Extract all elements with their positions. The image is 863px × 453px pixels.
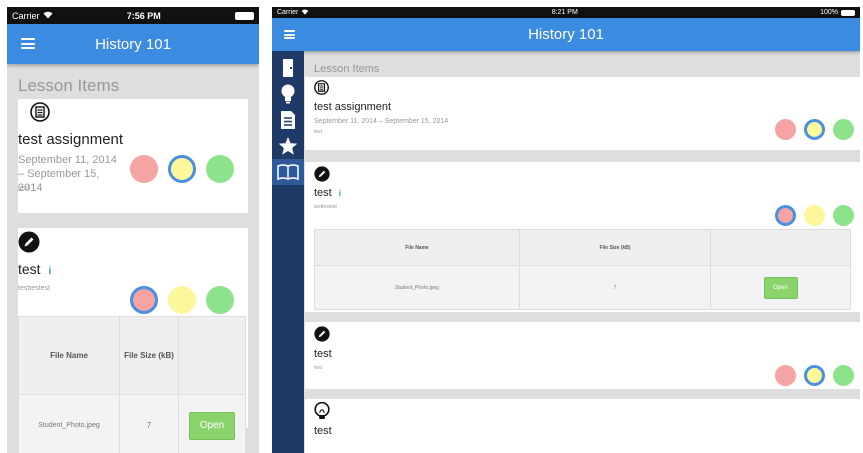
status-yellow-button[interactable]: [804, 119, 825, 140]
item-title: test: [314, 348, 332, 360]
phone-screen: Carrier 7:56 PM History 101 Lesson Items…: [7, 7, 259, 453]
lightbulb-icon[interactable]: [272, 81, 304, 107]
item-title: test assignment: [18, 131, 124, 148]
content: Lesson Items test assignment September 1…: [7, 64, 259, 453]
info-icon[interactable]: i: [339, 189, 341, 198]
item-title: test: [314, 187, 332, 199]
menu-icon[interactable]: [21, 38, 35, 49]
file-name-cell: Student_Photo.jpeg: [18, 394, 120, 453]
sidebar: [272, 51, 304, 453]
wifi-icon: [43, 11, 53, 21]
item-dates: September 11, 2014 – September 15, 2014: [314, 118, 449, 125]
section-title: Lesson Items: [18, 76, 120, 95]
table-row: Student_Photo.jpeg 7 Open: [314, 265, 851, 310]
status-time: 7:56 PM: [126, 10, 161, 21]
nav-bar: History 101: [272, 18, 860, 51]
lesson-item[interactable]: test test: [305, 322, 860, 389]
open-button[interactable]: Open: [763, 277, 798, 299]
item-title-row: test i: [314, 187, 341, 199]
battery-percent: 100%: [820, 9, 838, 16]
column-header-file-name: File Name: [314, 229, 520, 266]
open-button[interactable]: Open: [189, 411, 235, 440]
item-desc: test: [314, 365, 323, 371]
document-icon[interactable]: [272, 107, 304, 133]
status-yellow-button[interactable]: [804, 205, 825, 226]
status-red-button[interactable]: [775, 119, 796, 140]
column-header-action: [178, 316, 246, 395]
file-size-cell: 7: [119, 394, 179, 453]
status-bar: Carrier 8:21 PM 100%: [272, 7, 860, 18]
lesson-item[interactable]: test: [305, 399, 860, 453]
table-row: Student_Photo.jpeg 7 Open: [18, 394, 246, 453]
column-header-file-size: File Size (kB): [519, 229, 711, 266]
item-title-row: test i: [18, 261, 51, 277]
item-title: test: [18, 261, 41, 277]
status-bar: Carrier 7:56 PM: [7, 7, 259, 24]
carrier-label: Carrier: [277, 9, 299, 16]
tablet-screen: Carrier 8:21 PM 100% History 101 Lesson …: [272, 7, 860, 453]
item-desc: testtestest: [314, 204, 337, 210]
item-desc: test: [314, 129, 323, 135]
status-yellow-button[interactable]: [804, 365, 825, 386]
door-icon[interactable]: [272, 55, 304, 81]
file-table: File Name File Size (kB) Student_Photo.j…: [314, 229, 851, 310]
item-desc: test: [18, 185, 30, 192]
status-yellow-button[interactable]: [168, 155, 196, 183]
status-green-button[interactable]: [206, 155, 234, 183]
page-title: History 101: [528, 26, 604, 43]
item-title: test: [314, 425, 332, 437]
star-icon[interactable]: [272, 133, 304, 159]
battery-icon: [235, 11, 254, 20]
column-header-file-size: File Size (kB): [119, 316, 179, 395]
status-red-button[interactable]: [130, 155, 158, 183]
pencil-icon: [18, 231, 40, 258]
lesson-item[interactable]: test assignment September 11, 2014 – Sep…: [18, 99, 248, 213]
item-title: test assignment: [314, 101, 392, 113]
pencil-icon: [314, 166, 330, 187]
status-red-button[interactable]: [130, 286, 158, 314]
carrier-label: Carrier: [12, 10, 40, 21]
column-header-action: [710, 229, 851, 266]
file-table: File Name File Size (kB) Student_Photo.j…: [18, 316, 246, 453]
wifi-icon: [301, 9, 309, 17]
lightbulb-icon: [314, 401, 330, 425]
assignment-icon: [30, 102, 50, 127]
status-time: 8:21 PM: [551, 9, 578, 16]
status-red-button[interactable]: [775, 205, 796, 226]
file-name-cell: Student_Photo.jpeg: [314, 265, 520, 310]
item-desc: testtestest: [18, 285, 50, 292]
pencil-icon: [314, 326, 330, 347]
menu-icon[interactable]: [284, 30, 295, 39]
assignment-icon: [314, 80, 329, 100]
status-green-button[interactable]: [833, 205, 854, 226]
status-green-button[interactable]: [833, 119, 854, 140]
info-icon[interactable]: i: [48, 266, 51, 277]
status-green-button[interactable]: [206, 286, 234, 314]
lesson-item[interactable]: test assignment September 11, 2014 – Sep…: [305, 77, 860, 150]
column-header-file-name: File Name: [18, 316, 120, 395]
lesson-item[interactable]: test i testtestest File Name File Size (…: [18, 228, 248, 453]
status-green-button[interactable]: [833, 365, 854, 386]
file-size-cell: 7: [519, 265, 711, 310]
page-title: History 101: [95, 35, 171, 53]
content: Lesson Items test assignment September 1…: [305, 51, 860, 453]
nav-bar: History 101: [7, 24, 259, 64]
status-yellow-button[interactable]: [168, 286, 196, 314]
item-dates: September 11, 2014 – September 15, 2014: [18, 154, 117, 194]
lesson-item[interactable]: test i testtestest File Name File Size (…: [305, 162, 860, 312]
section-title: Lesson Items: [314, 63, 380, 75]
status-red-button[interactable]: [775, 365, 796, 386]
battery-icon: [841, 9, 855, 16]
book-icon[interactable]: [272, 159, 304, 185]
